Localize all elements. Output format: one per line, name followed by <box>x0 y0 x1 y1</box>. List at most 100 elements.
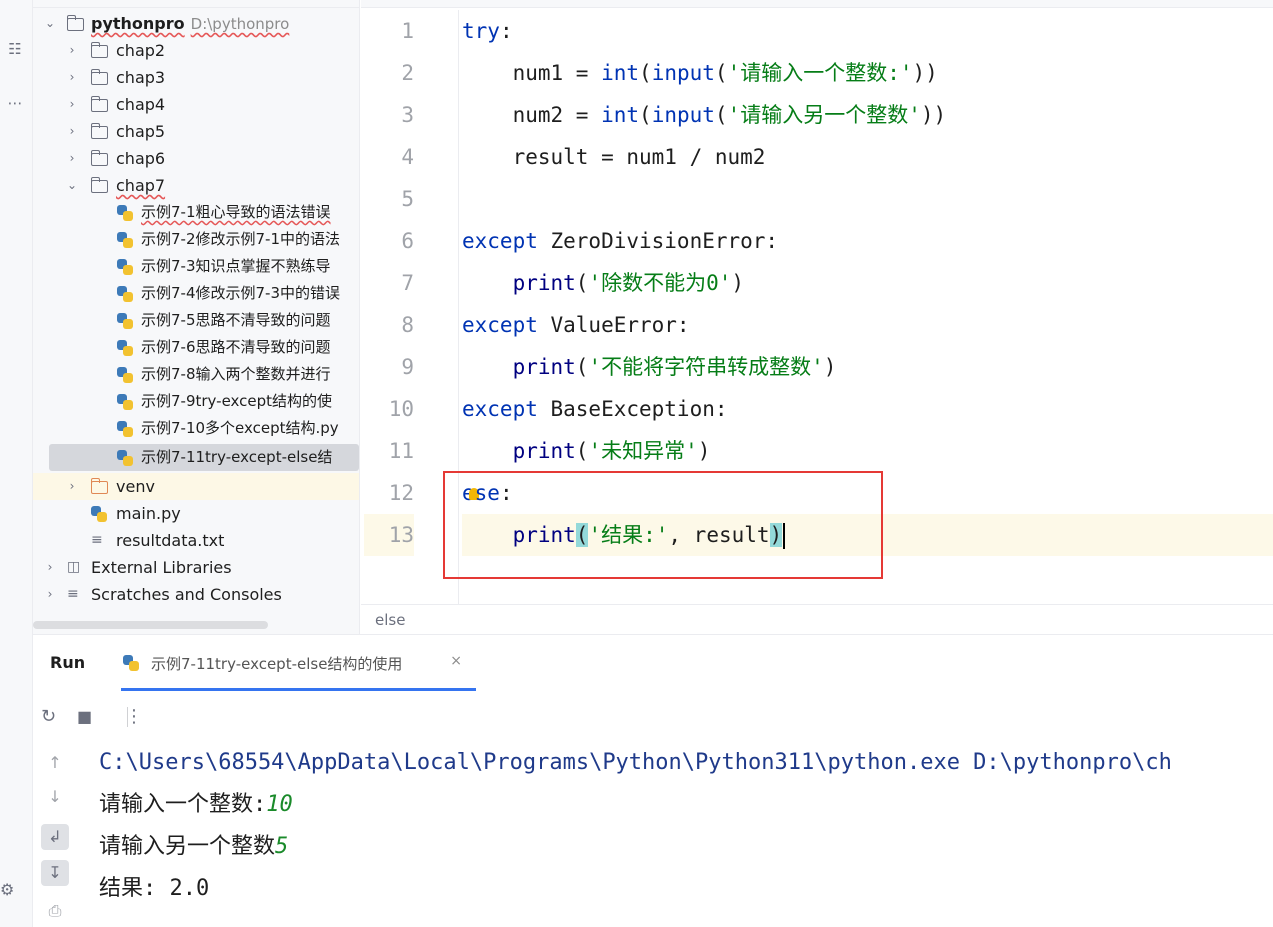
chevron-down-icon[interactable]: ⌄ <box>43 10 57 37</box>
more-options-icon[interactable]: ⋮ <box>125 701 143 733</box>
chevron-right-icon[interactable]: › <box>65 91 79 118</box>
console-line: 请输入另一个整数5 <box>99 834 289 859</box>
tree-file[interactable]: 示例7-10多个except结构.py <box>33 415 359 442</box>
chevron-right-icon[interactable]: › <box>65 37 79 64</box>
file-label: 示例7-10多个except结构.py <box>141 419 339 437</box>
stop-icon[interactable]: ■ <box>77 701 92 733</box>
folder-icon <box>90 96 108 112</box>
code-line-7[interactable]: print('除数不能为0') <box>462 262 1273 304</box>
tree-folder-chap6[interactable]: › chap6 <box>33 145 359 172</box>
tree-file[interactable]: 示例7-4修改示例7-3中的错误 <box>33 280 359 307</box>
code-line-2[interactable]: num1 = int(input('请输入一个整数:')) <box>462 52 1273 94</box>
folder-icon <box>90 150 108 166</box>
rerun-icon[interactable]: ↻ <box>41 701 56 733</box>
line-number: 10 <box>388 397 414 421</box>
python-file-icon <box>123 655 139 671</box>
tree-folder-chap4[interactable]: › chap4 <box>33 91 359 118</box>
folder-label: chap4 <box>116 95 166 114</box>
chevron-right-icon[interactable]: › <box>65 473 79 500</box>
line-number: 5 <box>401 187 414 211</box>
file-label: resultdata.txt <box>116 531 225 550</box>
folder-icon <box>90 123 108 139</box>
code-line-10[interactable]: except BaseException: <box>462 388 1273 430</box>
scratches-icon: ≡ <box>67 586 79 602</box>
file-label: 示例7-1粗心导致的语法错误 <box>141 203 331 221</box>
line-number: 12 <box>388 481 414 505</box>
tree-file[interactable]: 示例7-5思路不清导致的问题 <box>33 307 359 334</box>
project-tool-window: ⌄ pythonpro D:\pythonpro › chap2 › chap3 … <box>33 0 360 634</box>
code-line-9[interactable]: print('不能将字符串转成整数') <box>462 346 1273 388</box>
python-console-icon[interactable]: ⚙ <box>0 880 20 899</box>
line-number: 2 <box>401 61 414 85</box>
folder-label: venv <box>116 477 155 496</box>
tree-file[interactable]: 示例7-3知识点掌握不熟练导 <box>33 253 359 280</box>
run-tool-window: Run 示例7-11try-except-else结构的使用 × ↻ ■ ⋮ ↑… <box>33 634 1273 927</box>
chevron-down-icon[interactable]: ⌄ <box>65 172 79 199</box>
tree-folder-chap3[interactable]: › chap3 <box>33 64 359 91</box>
line-number: 8 <box>401 313 414 337</box>
file-label: 示例7-6思路不清导致的问题 <box>141 338 331 356</box>
file-label: 示例7-3知识点掌握不熟练导 <box>141 257 331 275</box>
file-label: 示例7-9try-except结构的使 <box>141 392 333 410</box>
tree-folder-chap7[interactable]: ⌄ chap7 <box>33 172 359 199</box>
breadcrumb[interactable]: else <box>361 604 1273 634</box>
chevron-right-icon[interactable]: › <box>43 554 57 581</box>
scroll-to-end-icon[interactable]: ↧ <box>41 860 69 886</box>
chevron-right-icon[interactable]: › <box>65 145 79 172</box>
tree-file[interactable]: 示例7-1粗心导致的语法错误 <box>33 199 359 226</box>
code-line-11[interactable]: print('未知异常') <box>462 430 1273 472</box>
tree-file[interactable]: 示例7-9try-except结构的使 <box>33 388 359 415</box>
chevron-right-icon[interactable]: › <box>65 64 79 91</box>
tree-folder-chap2[interactable]: › chap2 <box>33 37 359 64</box>
code-line-3[interactable]: num2 = int(input('请输入另一个整数')) <box>462 94 1273 136</box>
breadcrumb-item[interactable]: else <box>375 611 405 629</box>
tree-label: Scratches and Consoles <box>91 585 282 604</box>
tree-file[interactable]: 示例7-6思路不清导致的问题 <box>33 334 359 361</box>
tree-file-selected[interactable]: 示例7-11try-except-else结 <box>49 444 359 471</box>
soft-wrap-icon[interactable]: ↲ <box>41 824 69 850</box>
line-number: 11 <box>388 439 414 463</box>
code-line-6[interactable]: except ZeroDivisionError: <box>462 220 1273 262</box>
tree-label: External Libraries <box>91 558 232 577</box>
code-line-8[interactable]: except ValueError: <box>462 304 1273 346</box>
tree-root-pythonpro[interactable]: ⌄ pythonpro D:\pythonpro <box>33 10 359 37</box>
python-file-icon <box>117 450 133 466</box>
scroll-up-icon[interactable]: ↑ <box>41 750 69 776</box>
structure-icon[interactable]: ☷ <box>4 38 26 60</box>
folder-label: chap2 <box>116 41 166 60</box>
tree-scratches[interactable]: › ≡ Scratches and Consoles <box>33 581 359 608</box>
folder-label: chap3 <box>116 68 166 87</box>
run-config-tab[interactable]: 示例7-11try-except-else结构的使用 × <box>121 635 476 691</box>
tree-file[interactable]: 示例7-8输入两个整数并进行 <box>33 361 359 388</box>
more-tools-icon[interactable]: ⋯ <box>4 92 26 114</box>
root-name: pythonpro <box>91 14 185 33</box>
close-icon[interactable]: × <box>450 653 462 669</box>
tree-external-libraries[interactable]: › ◫ External Libraries <box>33 554 359 581</box>
tree-folder-venv[interactable]: › venv <box>33 473 359 500</box>
tab-label: 示例7-11try-except-else结构的使用 <box>151 655 403 673</box>
file-label: 示例7-4修改示例7-3中的错误 <box>141 284 341 302</box>
tree-file[interactable]: 示例7-2修改示例7-1中的语法 <box>33 226 359 253</box>
line-number: 4 <box>401 145 414 169</box>
line-number: 6 <box>401 229 414 253</box>
python-file-icon <box>117 205 133 221</box>
code-line-5[interactable] <box>462 178 1273 220</box>
root-path: D:\pythonpro <box>190 15 290 33</box>
folder-label: chap6 <box>116 149 166 168</box>
chevron-right-icon[interactable]: › <box>43 581 57 608</box>
console-sidebar: ↑ ↓ ↲ ↧ ⎙ <box>33 742 77 927</box>
python-file-icon <box>117 313 133 329</box>
tree-folder-chap5[interactable]: › chap5 <box>33 118 359 145</box>
scroll-down-icon[interactable]: ↓ <box>41 784 69 810</box>
code-line-1[interactable]: try: <box>462 10 1273 52</box>
folder-icon <box>90 177 108 193</box>
console-output[interactable]: C:\Users\68554\AppData\Local\Programs\Py… <box>99 742 1273 910</box>
tree-file-resultdata[interactable]: ≡ resultdata.txt <box>33 527 359 554</box>
chevron-right-icon[interactable]: › <box>65 118 79 145</box>
tree-file-main[interactable]: main.py <box>33 500 359 527</box>
code-line-4[interactable]: result = num1 / num2 <box>462 136 1273 178</box>
print-icon[interactable]: ⎙ <box>41 898 69 924</box>
python-file-icon <box>117 259 133 275</box>
highlight-annotation-box <box>443 471 883 579</box>
horizontal-scrollbar[interactable] <box>33 621 268 629</box>
